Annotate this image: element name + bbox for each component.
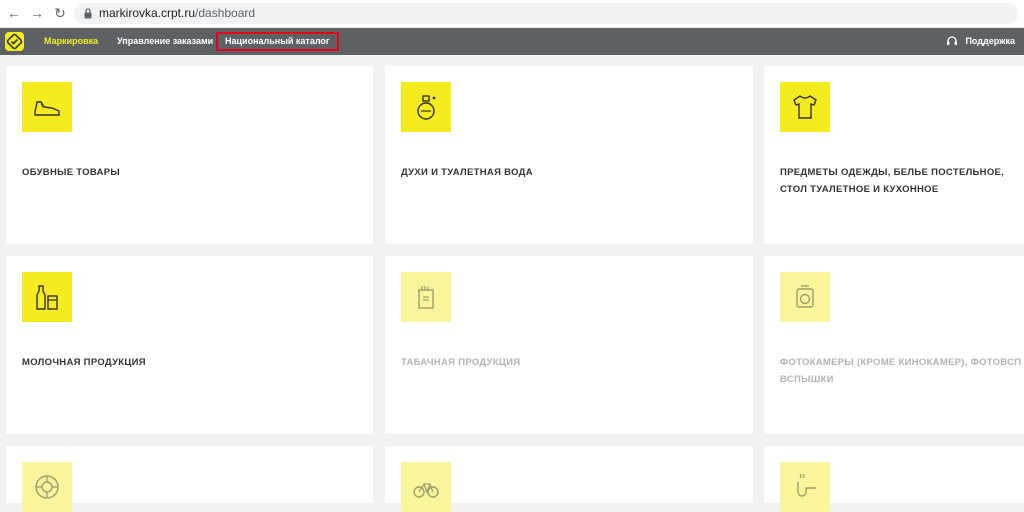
- category-tile: [22, 272, 72, 322]
- category-card-dairy[interactable]: МОЛОЧНАЯ ПРОДУКЦИЯ: [6, 256, 373, 434]
- app-navbar: Маркировка Управление заказами Националь…: [0, 28, 1024, 55]
- category-title: ТАБАЧНАЯ ПРОДУКЦИЯ: [401, 357, 521, 368]
- category-card-perfume[interactable]: ДУХИ И ТУАЛЕТНАЯ ВОДА: [385, 66, 753, 244]
- category-card-tires[interactable]: [6, 446, 373, 512]
- nav-item-markirovka[interactable]: Маркировка: [44, 36, 98, 47]
- category-title: МОЛОЧНАЯ ПРОДУКЦИЯ: [22, 357, 146, 368]
- address-bar[interactable]: markirovka.crpt.ru/dashboard: [74, 3, 1018, 24]
- category-title: ПРЕДМЕТЫ ОДЕЖДЫ, БЕЛЬЕ ПОСТЕЛЬНОЕ, СТОЛ …: [780, 167, 1005, 195]
- logo-icon[interactable]: [5, 32, 24, 51]
- reload-icon[interactable]: ↻: [52, 5, 68, 21]
- url-path: /dashboard: [195, 6, 256, 20]
- category-card-clothing[interactable]: ПРЕДМЕТЫ ОДЕЖДЫ, БЕЛЬЕ ПОСТЕЛЬНОЕ, СТОЛ …: [764, 66, 1024, 244]
- headset-icon: [947, 36, 957, 45]
- shoe-icon: [34, 101, 60, 116]
- category-tile: [780, 82, 830, 132]
- url-text: markirovka.crpt.ru/dashboard: [99, 6, 255, 21]
- perfume-icon: [417, 95, 436, 120]
- category-card-tobacco[interactable]: ТАБАЧНАЯ ПРОДУКЦИЯ: [385, 256, 753, 434]
- nav-item-national-catalog[interactable]: Национальный каталог: [216, 32, 339, 51]
- category-title: ДУХИ И ТУАЛЕТНАЯ ВОДА: [401, 167, 533, 178]
- category-tile: [780, 462, 830, 512]
- category-tile: [780, 272, 830, 322]
- category-card-cameras[interactable]: ФОТОКАМЕРЫ (КРОМЕ КИНОКАМЕР), ФОТОВСП ВС…: [764, 256, 1024, 434]
- arrow-left-icon[interactable]: ←: [6, 5, 22, 21]
- category-title: ОБУВНЫЕ ТОВАРЫ: [22, 167, 120, 178]
- category-tile: [401, 82, 451, 132]
- category-title: ФОТОКАМЕРЫ (КРОМЕ КИНОКАМЕР), ФОТОВСП ВС…: [780, 357, 1022, 385]
- category-tile: [401, 462, 451, 512]
- shirt-icon: [793, 95, 817, 119]
- pipe-icon: [797, 473, 816, 497]
- browser-toolbar: ← → ↻ markirovka.crpt.ru/dashboard: [0, 0, 1024, 28]
- category-tile: [22, 82, 72, 132]
- url-host: markirovka.crpt.ru: [99, 6, 196, 20]
- milk-icon: [36, 285, 58, 310]
- cigarette-pack-icon: [418, 286, 434, 309]
- tire-icon: [35, 475, 59, 499]
- category-tile: [22, 462, 72, 512]
- lock-icon: [84, 8, 92, 19]
- category-card-pipes[interactable]: [764, 446, 1024, 512]
- support-link[interactable]: Поддержка: [965, 36, 1015, 47]
- bicycle-icon: [413, 483, 439, 498]
- arrow-right-icon[interactable]: →: [29, 5, 45, 21]
- category-card-bicycles[interactable]: [385, 446, 753, 512]
- category-tile: [401, 272, 451, 322]
- nav-item-orders[interactable]: Управление заказами: [117, 36, 213, 47]
- category-card-footwear[interactable]: ОБУВНЫЕ ТОВАРЫ: [6, 66, 373, 244]
- camera-icon: [796, 285, 814, 308]
